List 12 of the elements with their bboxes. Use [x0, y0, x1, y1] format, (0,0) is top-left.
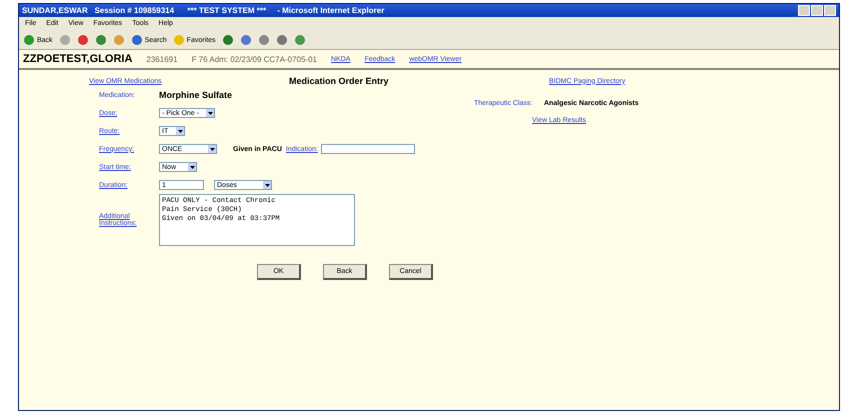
indication-field[interactable]	[320, 144, 415, 154]
page-title: Medication Order Entry	[289, 76, 390, 86]
dropdown-arrow-icon[interactable]	[263, 181, 271, 189]
medication-name: Morphine Sulfate	[159, 90, 232, 100]
window-title-bar: SUNDAR,ESWAR Session # 109859314 *** TEST SYSTEM *** - Microsoft Internet Explorer	[19, 4, 839, 17]
patient-mrn: 2361691	[146, 54, 178, 64]
dropdown-arrow-icon[interactable]	[176, 127, 184, 135]
patient-info: F 76 Adm: 02/23/09 CC7A-0705-01	[192, 54, 317, 64]
dropdown-arrow-icon[interactable]	[208, 145, 216, 153]
patient-name: ZZPOETEST,GLORIA	[23, 53, 132, 65]
dropdown-arrow-icon[interactable]	[188, 163, 196, 171]
dropdown-arrow-icon[interactable]	[206, 109, 214, 117]
